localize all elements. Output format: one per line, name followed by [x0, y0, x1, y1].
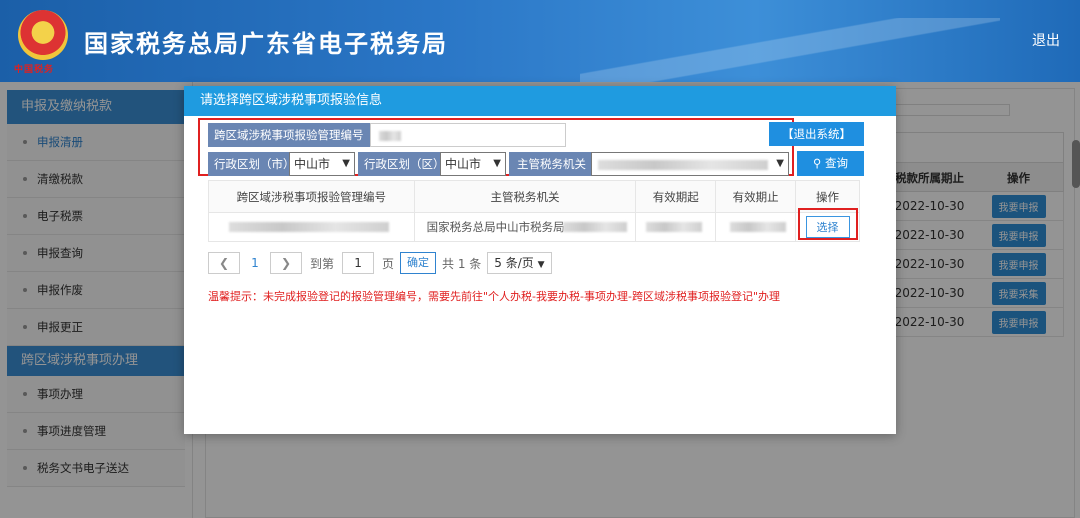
dialog-title: 请选择跨区域涉税事项报验信息 — [184, 86, 896, 116]
code-input[interactable] — [370, 123, 566, 147]
chevron-down-icon: ▼ — [776, 158, 784, 169]
chevron-down-icon: ▼ — [342, 158, 350, 169]
select-highlight-box — [798, 208, 858, 240]
current-page[interactable]: 1 — [240, 256, 270, 270]
cell-valid-to — [715, 212, 797, 242]
select-inspection-dialog: 请选择跨区域涉税事项报验信息 跨区域涉税事项报验管理编号 【退出系统】 行政区划… — [184, 86, 896, 434]
logout-link[interactable]: 退出 — [1032, 30, 1060, 50]
prev-page-button[interactable]: ❮ — [208, 252, 240, 274]
goto-prefix: 到第 — [310, 256, 335, 271]
district-label: 行政区划（区） — [358, 152, 451, 176]
redacted-code — [379, 131, 401, 141]
page-scrollbar[interactable] — [1072, 140, 1080, 188]
code-label: 跨区域涉税事项报验管理编号 — [208, 123, 370, 147]
page-size-value: 5 条/页 — [494, 256, 534, 270]
query-button[interactable]: ⚲ 查询 — [797, 151, 864, 176]
query-label: 查询 — [825, 156, 849, 170]
city-select[interactable]: 中山市 ▼ — [289, 152, 355, 176]
table-row: 国家税务总局中山市税务局 选择 — [208, 212, 860, 242]
cell-office: 国家税务总局中山市税务局 — [413, 212, 637, 242]
col-valid-from: 有效期起 — [635, 180, 717, 213]
table-header: 跨区域涉税事项报验管理编号 主管税务机关 有效期起 有效期止 操作 — [208, 180, 860, 213]
exit-system-button[interactable]: 【退出系统】 — [769, 122, 864, 146]
col-code: 跨区域涉税事项报验管理编号 — [208, 180, 415, 213]
search-icon: ⚲ — [812, 156, 822, 170]
redacted-office-suffix — [562, 222, 627, 232]
goto-suffix: 页 — [382, 256, 395, 271]
inspection-table: 跨区域涉税事项报验管理编号 主管税务机关 有效期起 有效期止 操作 国家税务总局… — [208, 180, 860, 242]
chevron-down-icon: ▼ — [537, 260, 545, 270]
redacted-date — [730, 222, 787, 232]
cell-valid-from — [635, 212, 717, 242]
header-decoration — [580, 18, 1000, 82]
office-label: 主管税务机关 — [509, 152, 594, 176]
total-count: 共 1 条 — [442, 256, 482, 271]
city-value: 中山市 — [294, 157, 331, 171]
emblem-caption: 中国税务 — [14, 65, 55, 75]
cell-code — [208, 212, 415, 242]
redacted-code — [229, 222, 389, 232]
redacted-date — [646, 222, 703, 232]
tax-emblem-icon — [18, 10, 68, 60]
chevron-down-icon: ▼ — [493, 158, 501, 169]
goto-page-input[interactable]: 1 — [342, 252, 375, 274]
district-select[interactable]: 中山市 ▼ — [440, 152, 506, 176]
top-header: 中国税务 国家税务总局广东省电子税务局 退出 — [0, 0, 1080, 82]
reminder-tip: 温馨提示：未完成报验登记的报验管理编号，需要先前往"个人办税-我要办税-事项办理… — [208, 290, 781, 303]
city-label: 行政区划（市） — [208, 152, 301, 176]
office-select[interactable]: ▼ — [591, 152, 789, 176]
office-name: 国家税务总局中山市税务局 — [426, 220, 565, 234]
col-office: 主管税务机关 — [413, 180, 637, 213]
goto-confirm-button[interactable]: 确定 — [400, 252, 437, 274]
next-page-button[interactable]: ❯ — [270, 252, 302, 274]
col-valid-to: 有效期止 — [715, 180, 797, 213]
district-value: 中山市 — [445, 157, 482, 171]
page-size-select[interactable]: 5 条/页 ▼ — [487, 252, 552, 274]
redacted-office — [598, 160, 768, 170]
pagination: ❮ 1 ❯ 到第 1 页 确定 共 1 条 5 条/页 ▼ — [208, 251, 552, 275]
site-title: 国家税务总局广东省电子税务局 — [84, 30, 448, 58]
